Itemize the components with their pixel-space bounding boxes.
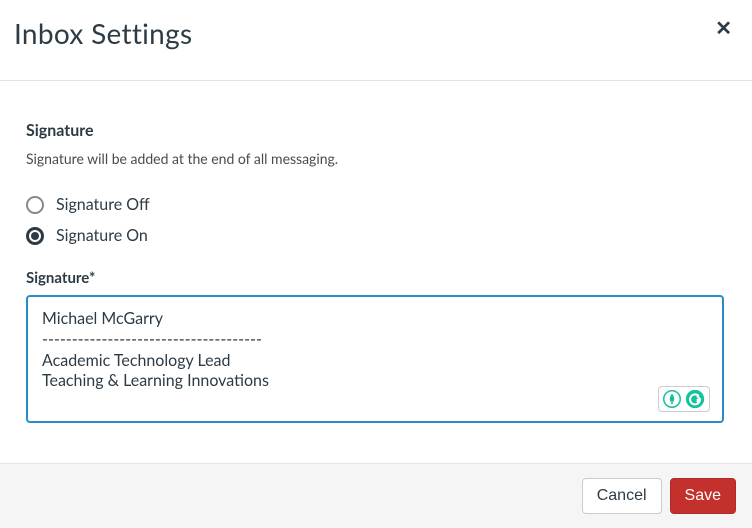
signature-field-label: Signature* xyxy=(26,269,726,287)
cancel-button[interactable]: Cancel xyxy=(582,478,662,514)
save-button[interactable]: Save xyxy=(670,478,736,514)
close-icon[interactable]: ✕ xyxy=(709,16,738,40)
signature-on-label: Signature On xyxy=(56,226,148,245)
modal-footer: Cancel Save xyxy=(0,463,752,528)
signature-off-label: Signature Off xyxy=(56,195,150,214)
modal-title: Inbox Settings xyxy=(14,16,192,50)
signature-on-radio[interactable]: Signature On xyxy=(26,226,726,245)
assistant-badge-icon[interactable] xyxy=(663,390,681,408)
modal-body: Signature Signature will be added at the… xyxy=(0,81,752,463)
grammarly-badge-icon[interactable] xyxy=(685,389,705,409)
radio-unselected-icon xyxy=(26,196,44,214)
signature-section-description: Signature will be added at the end of al… xyxy=(26,150,726,167)
signature-textarea[interactable] xyxy=(26,295,724,423)
extension-badges xyxy=(658,386,710,412)
inbox-settings-modal: Inbox Settings ✕ Signature Signature wil… xyxy=(0,0,752,528)
modal-header: Inbox Settings ✕ xyxy=(0,0,752,81)
signature-section-title: Signature xyxy=(26,121,726,140)
radio-selected-icon xyxy=(26,227,44,245)
signature-off-radio[interactable]: Signature Off xyxy=(26,195,726,214)
